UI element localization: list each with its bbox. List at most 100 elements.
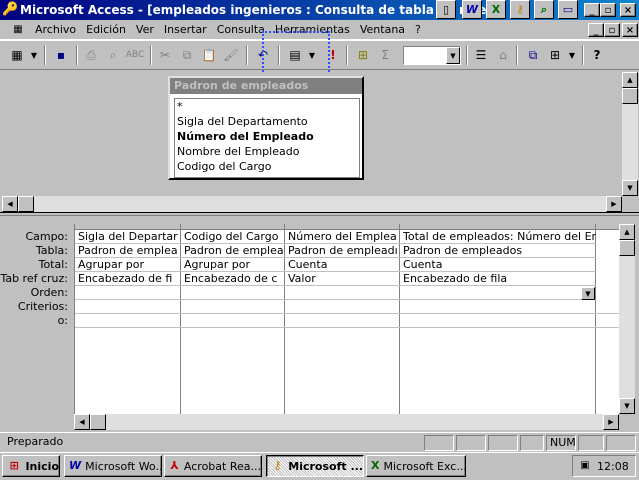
column-selector[interactable] xyxy=(596,224,619,230)
field-item[interactable]: Codigo del Cargo xyxy=(175,159,359,174)
taskbar-item-label: Microsoft ... xyxy=(288,459,363,473)
menu-ventana[interactable]: Ventana xyxy=(355,23,410,36)
field-item[interactable]: Nombre del Empleado xyxy=(175,144,359,159)
database-window-icon[interactable]: ⧉ xyxy=(522,44,544,66)
upper-horizontal-scrollbar[interactable] xyxy=(2,196,622,212)
orden-dropdown-icon[interactable]: ▼ xyxy=(581,287,595,300)
field-item[interactable]: * xyxy=(175,99,359,114)
copy-icon[interactable]: ⧉ xyxy=(176,44,198,66)
field-item[interactable]: Sigla del Departamento xyxy=(175,114,359,129)
help-icon[interactable]: ? xyxy=(586,44,608,66)
grid-cell-criterios[interactable] xyxy=(75,300,619,314)
build-icon[interactable]: ⌂ xyxy=(492,44,514,66)
clock[interactable]: 12:08 xyxy=(597,460,629,473)
word-icon: W xyxy=(69,459,82,472)
format-painter-icon[interactable]: 🖌 xyxy=(220,44,242,66)
grid-cell-campo[interactable]: Codigo del Cargo xyxy=(181,230,285,244)
top-values-dropdown-icon[interactable]: ▼ xyxy=(446,47,460,64)
row-label-criterios: Criterios: xyxy=(17,300,68,313)
scroll-left-icon[interactable]: ◀ xyxy=(74,414,90,430)
doc-restore-button[interactable]: ▫ xyxy=(604,23,620,37)
scroll-right-icon[interactable]: ▶ xyxy=(606,196,622,212)
print-icon[interactable]: ⎙ xyxy=(80,44,102,66)
menu-insertar[interactable]: Insertar xyxy=(159,23,212,36)
scroll-down-icon[interactable]: ▼ xyxy=(619,398,635,414)
menu-ver[interactable]: Ver xyxy=(131,23,159,36)
scheduler-icon[interactable]: ▣ xyxy=(577,458,593,474)
scroll-thumb[interactable] xyxy=(619,240,635,256)
field-list-window[interactable]: Padron de empleados * Sigla del Departam… xyxy=(168,76,364,180)
totals-icon[interactable]: Σ xyxy=(374,44,396,66)
scroll-down-icon[interactable]: ▼ xyxy=(622,180,638,196)
taskbar-item-acrobat[interactable]: ⅄ Acrobat Rea... xyxy=(164,455,262,477)
scroll-thumb[interactable] xyxy=(622,88,638,104)
scroll-right-icon[interactable]: ▶ xyxy=(603,414,619,430)
close-button[interactable]: × xyxy=(620,3,636,17)
grid-cell-campo[interactable]: Número del Emplea xyxy=(285,230,400,244)
grid-cell-total[interactable]: Cuenta xyxy=(400,258,596,272)
menu-help[interactable]: ? xyxy=(410,23,426,36)
print-preview-icon[interactable]: ⌕ xyxy=(102,44,124,66)
document-icon[interactable]: ▯ xyxy=(436,0,456,19)
grid-cell-orden[interactable] xyxy=(75,286,400,300)
taskbar-item-excel[interactable]: X Microsoft Exc... xyxy=(366,455,466,477)
spelling-icon[interactable]: ABC xyxy=(124,44,146,66)
scroll-left-icon[interactable]: ◀ xyxy=(2,196,18,212)
cut-icon[interactable]: ✂ xyxy=(154,44,176,66)
separator xyxy=(346,45,348,65)
top-values-combo[interactable]: ▼ xyxy=(403,46,461,65)
grid-cell-o[interactable] xyxy=(75,314,619,328)
minimize-button[interactable]: _ xyxy=(584,3,600,17)
properties-icon[interactable]: ☰ xyxy=(470,44,492,66)
doc-minimize-button[interactable]: _ xyxy=(588,23,604,37)
taskbar-item-label: Acrobat Rea... xyxy=(183,459,261,473)
grid-cell-tabla[interactable]: Padron de emplea xyxy=(75,244,181,258)
access-key-icon[interactable]: ⚷ xyxy=(510,0,530,19)
taskbar-item-word[interactable]: W Microsoft Wo... xyxy=(64,455,162,477)
grid-cell-orden[interactable] xyxy=(400,286,596,300)
magnifier-icon[interactable]: ⌕ xyxy=(534,0,554,19)
grid-cell-total[interactable]: Agrupar por xyxy=(181,258,285,272)
new-object-dropdown-icon[interactable]: ▼ xyxy=(566,44,578,66)
monitor-icon[interactable]: ▭ xyxy=(558,0,578,19)
grid-cell-tabla[interactable]: Padron de emplea xyxy=(181,244,285,258)
grid-cell-tabref[interactable]: Encabezado de c xyxy=(181,272,285,286)
paste-icon[interactable]: 📋 xyxy=(198,44,220,66)
corner-box xyxy=(622,196,638,212)
scroll-thumb[interactable] xyxy=(18,196,34,212)
view-icon[interactable]: ▦ xyxy=(6,44,28,66)
field-item[interactable]: Número del Empleado xyxy=(175,129,359,144)
taskbar-item-access[interactable]: ⚷ Microsoft ... xyxy=(266,455,364,477)
start-button[interactable]: ⊞ Inicio xyxy=(2,455,60,477)
word-icon[interactable]: W xyxy=(462,0,482,19)
scroll-thumb[interactable] xyxy=(90,414,106,430)
row-label-total: Total: xyxy=(38,258,68,271)
start-label: Inicio xyxy=(25,459,59,473)
grid-horizontal-scrollbar[interactable] xyxy=(74,414,619,430)
scroll-up-icon[interactable]: ▲ xyxy=(622,72,638,88)
save-icon[interactable]: ▪ xyxy=(50,44,72,66)
grid-cell-tabref[interactable]: Encabezado de fila xyxy=(400,272,596,286)
query-window-icon[interactable]: ▦ xyxy=(10,22,26,38)
maximize-button[interactable]: ▫ xyxy=(600,3,616,17)
grid-cell-total[interactable]: Cuenta xyxy=(285,258,400,272)
show-table-icon[interactable]: ⊞ xyxy=(352,44,374,66)
excel-icon[interactable]: X xyxy=(486,0,506,19)
pane-splitter[interactable] xyxy=(0,212,639,216)
menu-edicion[interactable]: Edición xyxy=(81,23,131,36)
grid-cell-tabla[interactable]: Padron de empleadı xyxy=(285,244,400,258)
grid-cell-tabref[interactable]: Encabezado de fi xyxy=(75,272,181,286)
key-icon[interactable]: 🔑 xyxy=(2,2,18,18)
grid-cell-tabla[interactable]: Padron de empleados xyxy=(400,244,596,258)
menu-archivo[interactable]: Archivo xyxy=(30,23,81,36)
grid-cell-tabref[interactable]: Valor xyxy=(285,272,400,286)
scroll-up-icon[interactable]: ▲ xyxy=(619,224,635,240)
design-grid[interactable]: Sigla del Departar Padron de emplea Agru… xyxy=(74,224,619,414)
doc-close-button[interactable]: × xyxy=(622,23,638,37)
separator xyxy=(582,45,584,65)
new-object-icon[interactable]: ⊞ xyxy=(544,44,566,66)
grid-cell-total[interactable]: Agrupar por xyxy=(75,258,181,272)
grid-cell-campo[interactable]: Total de empleados: Número del Emp xyxy=(400,230,596,244)
view-dropdown-icon[interactable]: ▼ xyxy=(28,44,40,66)
grid-cell-campo[interactable]: Sigla del Departar xyxy=(75,230,181,244)
